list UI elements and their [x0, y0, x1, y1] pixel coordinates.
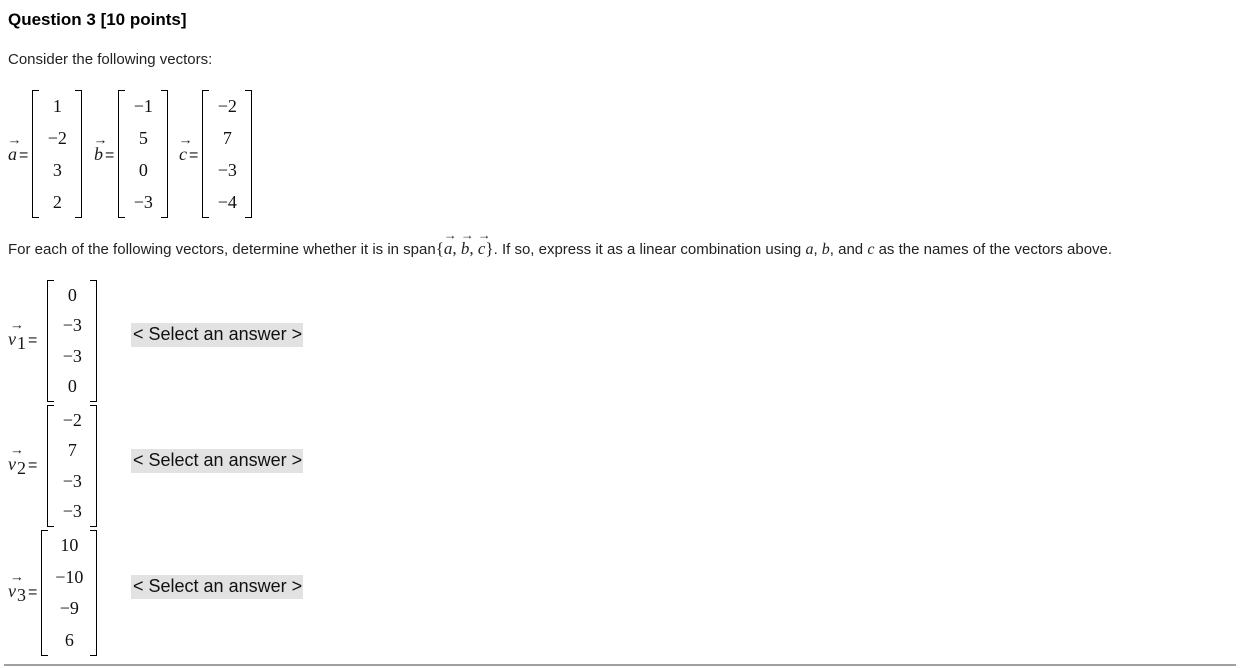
vector-b-matrix: −1 5 0 −3 [118, 90, 169, 218]
matrix-cell: −10 [55, 566, 84, 587]
vector-v2-label: → v2 = [8, 441, 38, 478]
vector-v3-label: → v3 = [8, 568, 38, 605]
matrix-cell: 0 [138, 159, 148, 180]
matrix-cell: −1 [133, 95, 153, 116]
span-set: {→ a, → b, → c} [435, 228, 494, 259]
vector-b: → b = −1 5 0 −3 [93, 90, 169, 218]
vector-v1: → v1 = 0 −3 −3 0 [8, 280, 98, 402]
matrix-cell: −9 [59, 598, 79, 619]
matrix-cell: 6 [64, 629, 74, 650]
vector-c-matrix: −2 7 −3 −4 [202, 90, 253, 218]
matrix-cell: 7 [222, 127, 232, 148]
vector-a-label: → a = [7, 131, 29, 164]
matrix-cell: −3 [217, 159, 237, 180]
matrix-cell: −3 [133, 191, 153, 212]
vector-v1-matrix: 0 −3 −3 0 [47, 280, 98, 402]
vector-v3: → v3 = 10 −10 −9 6 [8, 530, 98, 656]
vector-c: → c = −2 7 −3 −4 [178, 90, 253, 218]
vector-v3-matrix: 10 −10 −9 6 [41, 530, 98, 656]
vector-v2: → v2 = −2 7 −3 −3 [8, 405, 98, 527]
answer-select-v1[interactable]: < Select an answer > [131, 323, 304, 347]
instructions-text: For each of the following vectors, deter… [8, 228, 1113, 259]
vector-a-matrix: 1 −2 3 2 [32, 90, 83, 218]
matrix-cell: 5 [138, 127, 148, 148]
matrix-cell: −3 [62, 501, 82, 522]
matrix-cell: 0 [67, 376, 77, 397]
section-divider [4, 664, 1236, 666]
matrix-cell: −3 [62, 315, 82, 336]
intro-text: Consider the following vectors: [8, 51, 213, 68]
matrix-cell: 7 [67, 440, 77, 461]
matrix-cell: −2 [47, 127, 67, 148]
answer-select-v3[interactable]: < Select an answer > [131, 575, 304, 599]
matrix-cell: −2 [62, 409, 82, 430]
matrix-cell: 0 [67, 284, 77, 305]
vector-b-label: → b = [93, 131, 115, 164]
matrix-cell: −3 [62, 345, 82, 366]
vector-v2-matrix: −2 7 −3 −3 [47, 405, 98, 527]
matrix-cell: 1 [52, 95, 62, 116]
vector-a: → a = 1 −2 3 2 [7, 90, 83, 218]
matrix-cell: −4 [217, 191, 237, 212]
matrix-cell: 3 [52, 159, 62, 180]
matrix-cell: −2 [217, 95, 237, 116]
matrix-cell: 2 [52, 191, 62, 212]
matrix-cell: 10 [60, 535, 79, 556]
vector-v1-label: → v1 = [8, 316, 38, 353]
vector-c-label: → c = [178, 131, 199, 164]
answer-select-v2[interactable]: < Select an answer > [131, 449, 304, 473]
matrix-cell: −3 [62, 470, 82, 491]
question-title: Question 3 [10 points] [8, 10, 187, 29]
